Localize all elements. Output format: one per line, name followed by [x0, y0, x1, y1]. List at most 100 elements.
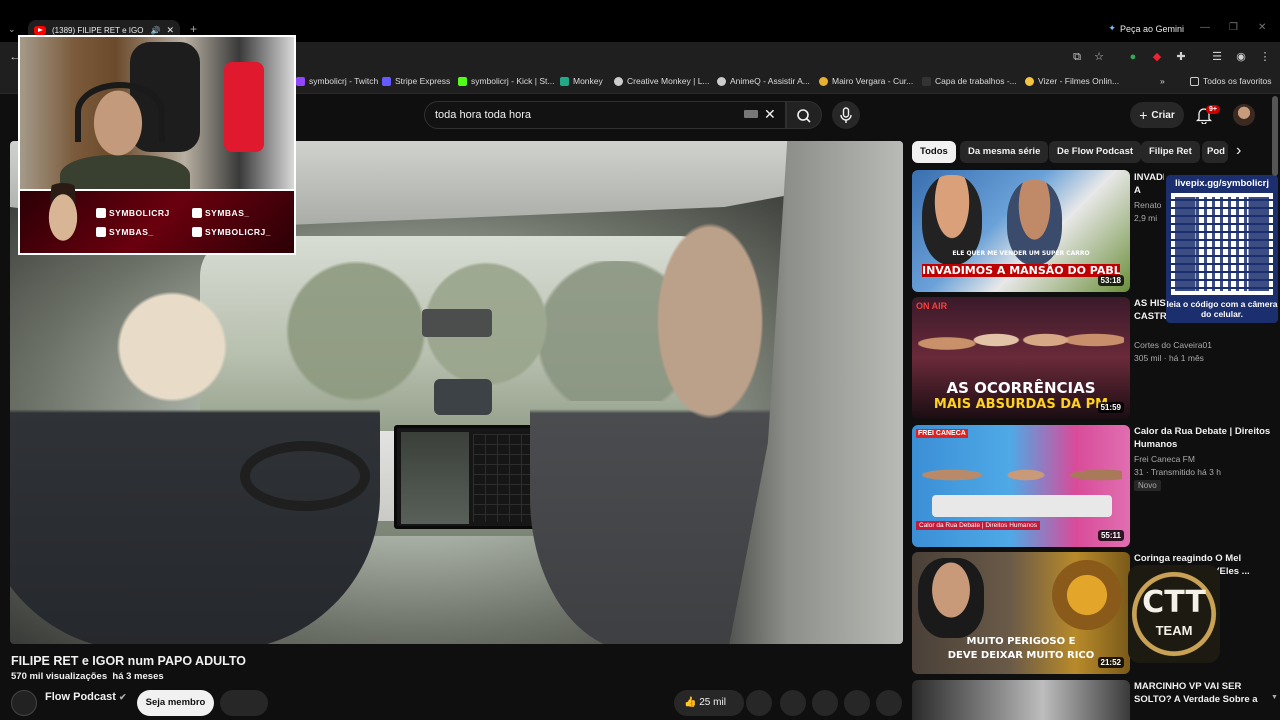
- chip-all[interactable]: Todos: [912, 141, 956, 163]
- window-close-button[interactable]: ✕: [1258, 22, 1266, 33]
- rec-thumbnail-2[interactable]: ON AIR AS OCORRÊNCIAS MAIS ABSURDAS DA P…: [912, 297, 1130, 419]
- bookmark-mairo[interactable]: Mairo Vergara - Cur...: [819, 76, 913, 86]
- join-button[interactable]: Seja membro: [137, 690, 214, 716]
- all-bookmarks-label: Todos os favoritos: [1203, 76, 1272, 86]
- chip-channel[interactable]: De Flow Podcast: [1049, 141, 1142, 163]
- duration-badge: 21:52: [1097, 657, 1124, 668]
- chevron-right-icon[interactable]: ›: [1236, 142, 1241, 160]
- qr-code: [1171, 193, 1273, 295]
- reading-list-icon[interactable]: ☰: [1210, 50, 1224, 64]
- thumb-caption: Calor da Rua Debate | Direitos Humanos: [916, 521, 1041, 530]
- profile-icon[interactable]: ◉: [1234, 50, 1248, 64]
- create-label: Criar: [1151, 109, 1175, 121]
- bookmark-vizer[interactable]: Vizer - Filmes Onlin...: [1025, 76, 1119, 86]
- microphone: [224, 62, 264, 152]
- bookmarks-overflow[interactable]: »: [1160, 76, 1165, 86]
- chip-podcast[interactable]: Pod: [1202, 141, 1228, 163]
- tab-audio-icon[interactable]: 🔊: [150, 26, 160, 35]
- youtube-icon: [34, 25, 46, 35]
- rec-thumbnail-1[interactable]: ELE QUER ME VENDER UM SUPER CARRO INVADI…: [912, 170, 1130, 292]
- save-button[interactable]: [844, 690, 870, 716]
- bookmark-label: Vizer - Filmes Onlin...: [1038, 76, 1120, 86]
- keyboard-icon[interactable]: [744, 110, 758, 118]
- steering-wheel: [240, 441, 370, 511]
- extension-red-icon[interactable]: ◆: [1150, 50, 1164, 64]
- rec-channel-1[interactable]: Renato C...: [1134, 200, 1164, 210]
- rec-meta-2: 305 mil · há 1 mês: [1134, 353, 1204, 363]
- social-handle: SYMBOLICRJ: [109, 208, 170, 218]
- chip-same-series[interactable]: Da mesma série: [960, 141, 1049, 163]
- menu-icon[interactable]: ⋮: [1258, 50, 1272, 64]
- star-icon[interactable]: ☆: [1092, 50, 1106, 64]
- video-title: FILIPE RET e IGOR num PAPO ADULTO: [11, 654, 246, 668]
- search-input[interactable]: toda hora toda hora: [424, 101, 786, 129]
- all-bookmarks[interactable]: Todos os favoritos: [1190, 76, 1272, 86]
- stripe-icon: [382, 76, 391, 86]
- rec-title-1[interactable]: INVADIMOS A MANSÃO DO PABLO MARÇAL: [1134, 171, 1164, 197]
- vizer-icon: [1025, 76, 1034, 86]
- bookmark-label: Stripe Express: [395, 76, 451, 86]
- subscribe-button[interactable]: [220, 690, 268, 716]
- plus-icon: +: [1139, 107, 1148, 123]
- share-button[interactable]: [746, 690, 772, 716]
- bookmark-monkey[interactable]: Monkey: [560, 76, 603, 86]
- thumb-caption: INVADIMOS A MANSÃO DO PABLO MARÇAL: [922, 264, 1120, 277]
- bookmark-label: Creative Monkey | L...: [627, 76, 710, 86]
- streamer-webcam: [18, 35, 296, 191]
- ask-gemini-button[interactable]: ✦ Peça ao Gemini: [1108, 23, 1184, 34]
- search-button[interactable]: [786, 101, 822, 129]
- bookmark-twitch[interactable]: symbolicrj - Twitch: [296, 76, 378, 86]
- bookmark-capa[interactable]: Capa de trabalhos -...: [922, 76, 1017, 86]
- bookmark-label: Capa de trabalhos -...: [935, 76, 1017, 86]
- extensions-icon[interactable]: ✚: [1174, 50, 1188, 64]
- install-icon[interactable]: ⧉: [1070, 50, 1084, 64]
- view-count: 570 mil visualizações: [11, 671, 108, 682]
- rec-thumbnail-3[interactable]: FREI CANECA Calor da Rua Debate | Direit…: [912, 425, 1130, 547]
- search-icon: [797, 109, 811, 123]
- rec-meta-1: 2,9 mi: [1134, 213, 1158, 223]
- rec-thumbnail-4[interactable]: MUITO PERIGOSO E DEVE DEIXAR MUITO RICO …: [912, 552, 1130, 674]
- like-button[interactable]: 👍 25 mil: [674, 690, 744, 716]
- rec-channel-2[interactable]: Cortes do Caveira01: [1134, 340, 1212, 350]
- social-handle: SYMBAS_: [205, 208, 250, 218]
- overflow-chevron: »: [1160, 76, 1165, 86]
- youtube-small-icon: [96, 227, 106, 237]
- bookmark-animeq[interactable]: AnimeQ - Assistir A...: [717, 76, 810, 86]
- globe-icon: [717, 76, 726, 86]
- thumb-people: [922, 455, 1122, 505]
- restore-button[interactable]: ❐: [1229, 22, 1238, 33]
- voice-search-button[interactable]: [832, 101, 860, 129]
- chip-filipe-ret[interactable]: Filipe Ret: [1141, 141, 1200, 163]
- minimize-button[interactable]: —: [1200, 22, 1210, 33]
- channel-avatar[interactable]: [11, 690, 37, 716]
- channel-name[interactable]: Flow Podcast ✔: [45, 691, 127, 703]
- create-button[interactable]: + Criar: [1130, 102, 1184, 128]
- account-avatar[interactable]: [1233, 104, 1255, 126]
- new-tab-button[interactable]: +: [190, 22, 197, 36]
- bookmark-stripe[interactable]: Stripe Express: [382, 76, 450, 86]
- tab-list-chevron-icon[interactable]: ⌄: [8, 24, 16, 35]
- thumb-honeycomb: [1052, 560, 1122, 630]
- social-tiktok: SYMBAS_: [192, 208, 250, 218]
- social-handle: SYMBOLICRJ_: [205, 227, 271, 237]
- rec-title-3[interactable]: Calor da Rua Debate | Direitos Humanos: [1134, 425, 1274, 451]
- video-stats: 570 mil visualizações há 3 meses: [11, 671, 164, 682]
- bookmark-label: Mairo Vergara - Cur...: [832, 76, 914, 86]
- notification-badge: 9+: [1206, 105, 1220, 114]
- clip-button[interactable]: [780, 690, 806, 716]
- ctt-logo-text: CTT: [1142, 585, 1206, 620]
- verified-icon: ✔: [118, 692, 127, 702]
- bookmark-kick[interactable]: symbolicrj - Kick | St...: [458, 76, 554, 86]
- extension-green-icon[interactable]: ●: [1126, 50, 1140, 64]
- new-badge: Novo: [1134, 480, 1161, 491]
- thanks-button[interactable]: [812, 690, 838, 716]
- more-actions-button[interactable]: [876, 690, 902, 716]
- rec-title-5[interactable]: MARCINHO VP VAI SER SOLTO? A Verdade Sob…: [1134, 680, 1274, 706]
- rec-channel-3[interactable]: Frei Caneca FM: [1134, 454, 1195, 464]
- rec-thumbnail-5[interactable]: [912, 680, 1130, 720]
- bookmark-creative-monkey[interactable]: Creative Monkey | L...: [614, 76, 710, 86]
- tab-close-icon[interactable]: ✕: [166, 25, 174, 36]
- scrollbar[interactable]: [1272, 96, 1278, 176]
- scroll-down-arrow[interactable]: ▼: [1271, 694, 1278, 701]
- clear-search-icon[interactable]: ✕: [764, 106, 776, 123]
